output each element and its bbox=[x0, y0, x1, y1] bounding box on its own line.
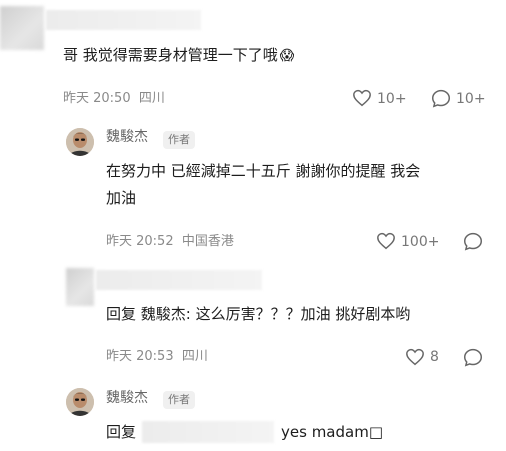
scream-emoji-icon: 😱 bbox=[279, 48, 295, 64]
comment-time: 昨天 20:52 中国香港 bbox=[106, 234, 234, 249]
blurred-mention bbox=[142, 421, 274, 443]
heart-icon[interactable] bbox=[352, 89, 372, 107]
comment-time: 昨天 20:50 四川 bbox=[63, 91, 165, 106]
blurred-username bbox=[46, 10, 201, 30]
author-avatar[interactable] bbox=[66, 128, 94, 156]
comment-bubble-icon[interactable] bbox=[463, 348, 483, 367]
reply-count: 10+ bbox=[456, 91, 486, 107]
blurred-avatar[interactable] bbox=[66, 268, 94, 306]
comment-text: yes madam□ bbox=[281, 423, 384, 441]
missing-glyph: □ bbox=[368, 423, 384, 441]
comment-text-line1: 在努力中 已經減掉二十五斤 謝謝你的提醒 我会 bbox=[106, 162, 421, 180]
author-badge: 作者 bbox=[163, 391, 195, 409]
comment-text-line2: 加油 bbox=[106, 189, 137, 207]
author-name[interactable]: 魏駿杰 bbox=[106, 127, 148, 147]
heart-icon[interactable] bbox=[405, 348, 425, 366]
blurred-username bbox=[96, 270, 262, 290]
author-badge: 作者 bbox=[163, 131, 195, 149]
author-avatar[interactable] bbox=[66, 388, 94, 416]
heart-icon[interactable] bbox=[376, 232, 396, 250]
comment-bubble-icon[interactable] bbox=[431, 89, 451, 108]
blurred-avatar[interactable] bbox=[0, 6, 44, 50]
comment-text: 哥 我觉得需要身材管理一下了哦 😱 bbox=[63, 46, 295, 64]
reply-prefix: 回复 bbox=[106, 423, 137, 441]
author-name[interactable]: 魏駿杰 bbox=[106, 388, 148, 408]
comment-text: 回复 魏駿杰: 这么厉害？？？加油 挑好剧本哟 bbox=[106, 305, 411, 323]
like-count: 100+ bbox=[401, 234, 440, 250]
like-count: 8 bbox=[430, 349, 439, 365]
comment-bubble-icon[interactable] bbox=[463, 232, 483, 251]
like-count: 10+ bbox=[377, 91, 407, 107]
comment-time: 昨天 20:53 四川 bbox=[106, 349, 208, 364]
